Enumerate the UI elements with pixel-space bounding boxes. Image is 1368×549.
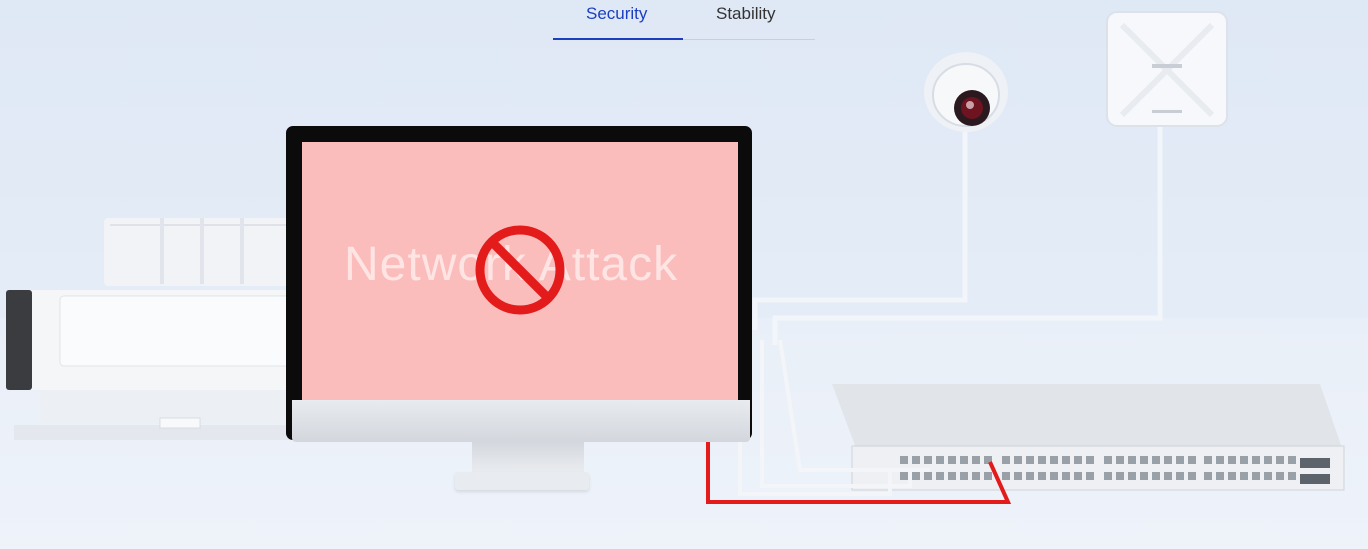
monitor-chin bbox=[292, 400, 750, 442]
monitor-screen: Network Attack bbox=[302, 142, 738, 400]
wireless-access-point-icon bbox=[1106, 11, 1228, 127]
monitor-stand bbox=[472, 442, 584, 476]
prohibited-icon bbox=[475, 225, 565, 315]
hero-scene: Security Stability Network Attack bbox=[0, 0, 1368, 549]
printer-icon bbox=[6, 218, 296, 440]
active-tab-indicator bbox=[553, 38, 683, 40]
tab-bar: Security Stability bbox=[553, 0, 815, 40]
tab-security[interactable]: Security bbox=[586, 4, 647, 24]
tab-stability[interactable]: Stability bbox=[716, 4, 776, 24]
monitor-stand-base bbox=[455, 472, 589, 490]
security-camera-icon bbox=[924, 52, 1008, 132]
